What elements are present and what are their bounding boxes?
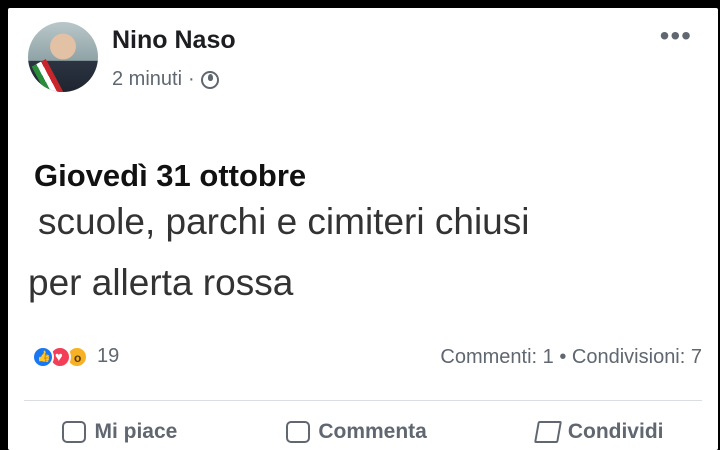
- post-meta: 2 minuti ·: [112, 68, 219, 91]
- stats-separator: •: [559, 346, 567, 368]
- post-time[interactable]: 2 minuti: [112, 68, 182, 91]
- comments-count[interactable]: Commenti: 1: [440, 346, 553, 368]
- like-label: Mi piace: [94, 420, 178, 443]
- comment-icon: [286, 421, 311, 443]
- author-name[interactable]: Nino Naso: [112, 26, 236, 55]
- like-button[interactable]: Mi piace: [62, 420, 177, 444]
- post-card: Nino Naso 2 minuti · ••• Giovedì 31 otto…: [8, 8, 718, 450]
- share-label: Condividi: [567, 420, 664, 443]
- reactions-summary[interactable]: 19: [32, 345, 119, 368]
- thumbs-up-icon: [62, 421, 87, 443]
- more-options-button[interactable]: •••: [660, 22, 692, 50]
- post-text-line-2: per allerta rossa: [28, 262, 294, 303]
- share-button[interactable]: Condividi: [533, 420, 664, 444]
- post-text-line-1: scuole, parchi e cimiteri chiusi: [38, 201, 530, 242]
- meta-separator: ·: [188, 68, 195, 90]
- like-icon: [32, 345, 54, 368]
- shares-count[interactable]: Condivisioni: 7: [572, 346, 702, 368]
- reaction-count: 19: [97, 345, 120, 367]
- globe-icon: [200, 70, 219, 89]
- post-date-line: Giovedì 31 ottobre: [34, 158, 307, 193]
- share-icon: [533, 421, 562, 443]
- avatar[interactable]: [28, 22, 98, 92]
- comment-button[interactable]: Commenta: [286, 420, 427, 444]
- comment-label: Commenta: [318, 420, 427, 443]
- divider: [24, 400, 702, 401]
- action-bar: Mi piace Commenta Condividi: [8, 420, 718, 444]
- tricolor-sash: [31, 59, 69, 92]
- engagement-counts: Commenti: 1 • Condivisioni: 7: [440, 346, 702, 369]
